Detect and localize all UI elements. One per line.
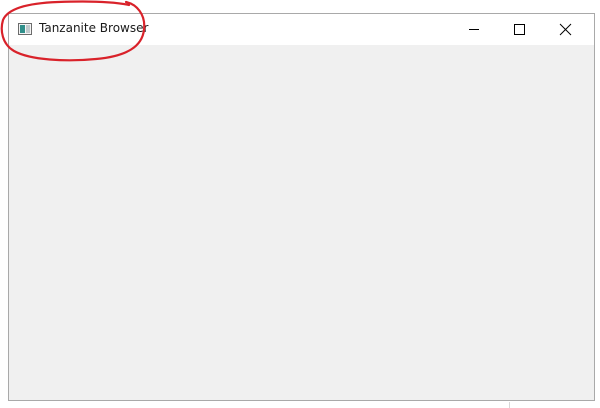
app-window-icon[interactable] [18, 23, 32, 35]
minimize-button[interactable] [450, 14, 496, 45]
maximize-button[interactable] [496, 14, 542, 45]
close-button[interactable] [542, 14, 588, 45]
title-bar[interactable]: Tanzanite Browser [9, 14, 594, 45]
client-area[interactable] [9, 45, 594, 400]
background-edge [509, 402, 510, 408]
window-title: Tanzanite Browser [39, 21, 149, 35]
close-icon [559, 23, 572, 36]
screenshot-stage: Tanzanite Browser [0, 0, 600, 408]
maximize-icon [514, 24, 525, 35]
minimize-icon [469, 29, 479, 30]
app-window: Tanzanite Browser [8, 13, 595, 401]
